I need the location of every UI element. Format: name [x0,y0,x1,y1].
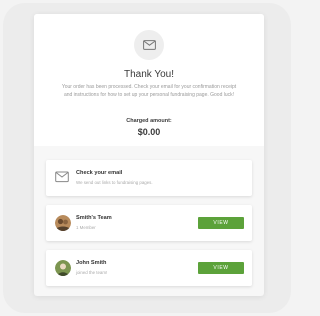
team-member-count: 1 Member [76,225,96,230]
member-avatar [55,260,71,276]
confirmation-message: Your order has been processed. Check you… [61,84,237,98]
view-team-button[interactable]: VIEW [198,217,244,229]
check-email-notice: Check your email We send out links to fu… [46,160,252,196]
thank-you-section: Thank You! Your order has been processed… [34,14,264,146]
mail-icon [55,171,69,183]
confirmation-card: Thank You! Your order has been processed… [34,14,264,296]
view-member-button[interactable]: VIEW [198,262,244,274]
charged-amount-label: Charged amount: [126,118,172,124]
check-email-subtitle: We send out links to fundraising pages. [76,180,153,185]
team-row: Smith's Team 1 Member VIEW [46,205,252,241]
mail-icon [134,30,164,60]
team-name: Smith's Team [76,215,112,221]
member-name: John Smith [76,260,107,266]
check-email-title: Check your email [76,170,123,176]
member-status: joined the team! [76,270,108,275]
charged-amount-value: $0.00 [137,127,161,137]
member-row: John Smith joined the team! VIEW [46,250,252,286]
page-title: Thank You! [123,69,175,80]
team-avatar [55,215,71,231]
